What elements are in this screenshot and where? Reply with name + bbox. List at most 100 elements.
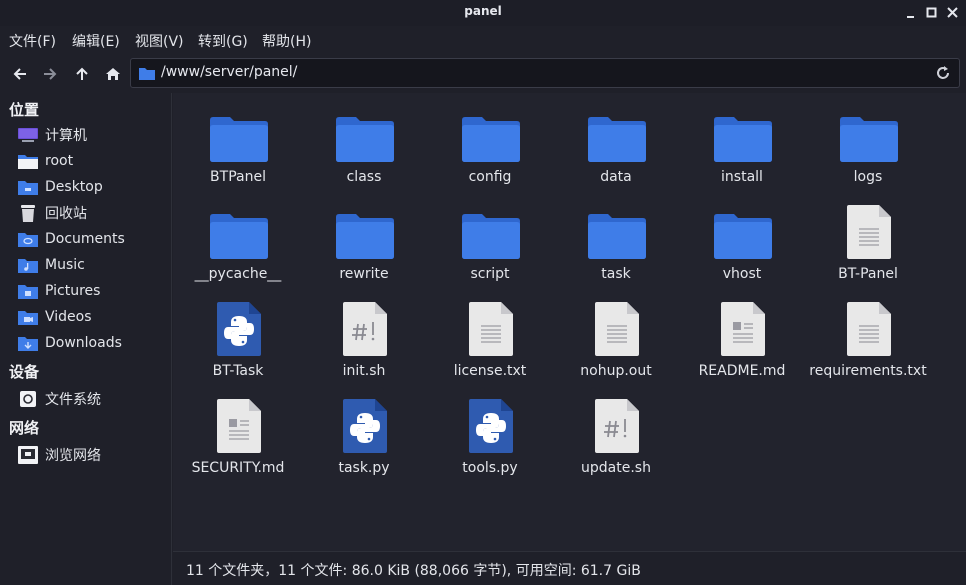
file-item[interactable]: BT-Panel	[805, 190, 931, 282]
sidebar-item-documents[interactable]: Documents	[17, 228, 167, 250]
window-title: panel	[464, 4, 502, 18]
sidebar-header-devices: 设备	[9, 363, 40, 381]
desktop-folder-icon	[17, 178, 39, 196]
forward-arrow-icon[interactable]	[39, 63, 61, 85]
file-item[interactable]: SECURITY.md	[175, 384, 301, 476]
home-icon[interactable]	[102, 63, 124, 85]
sidebar-item-downloads[interactable]: Downloads	[17, 332, 167, 354]
shell-script-icon	[336, 301, 394, 357]
folder-item[interactable]: install	[679, 93, 805, 185]
menu-bar: 文件(F) 编辑(E) 视图(V) 转到(G) 帮助(H)	[0, 28, 966, 52]
downloads-folder-icon	[17, 334, 39, 352]
menu-help[interactable]: 帮助(H)	[262, 31, 311, 51]
file-item[interactable]: nohup.out	[553, 287, 679, 379]
location-path[interactable]: /www/server/panel/	[161, 64, 297, 80]
text-file-icon	[840, 204, 898, 260]
item-name: license.txt	[453, 363, 527, 379]
file-item[interactable]: BT-Task	[175, 287, 301, 379]
menu-view[interactable]: 视图(V)	[135, 31, 184, 51]
file-item[interactable]: license.txt	[427, 287, 553, 379]
markdown-file-icon	[714, 301, 772, 357]
minimize-icon[interactable]	[903, 5, 919, 21]
item-name: class	[346, 169, 382, 185]
pictures-folder-icon	[17, 282, 39, 300]
item-name: BTPanel	[210, 169, 266, 185]
location-bar[interactable]: /www/server/panel/	[130, 58, 960, 88]
videos-folder-icon	[17, 308, 39, 326]
sidebar-item-label: Music	[45, 257, 85, 273]
item-name: logs	[853, 169, 883, 185]
folder-item[interactable]: vhost	[679, 190, 805, 282]
folder-icon	[588, 208, 646, 264]
item-name: SECURITY.md	[191, 460, 285, 476]
sidebar-item-label: Desktop	[45, 179, 103, 195]
text-file-icon	[462, 301, 520, 357]
drive-icon	[17, 390, 39, 408]
folder-item[interactable]: __pycache__	[175, 190, 301, 282]
item-name: rewrite	[339, 266, 389, 282]
sidebar-item-music[interactable]: Music	[17, 254, 167, 276]
sidebar-item-label: Videos	[45, 309, 92, 325]
sidebar-item-pictures[interactable]: Pictures	[17, 280, 167, 302]
title-bar: panel	[0, 0, 966, 26]
sidebar-item-filesystem[interactable]: 文件系统	[17, 388, 167, 410]
sidebar-item-label: 计算机	[45, 128, 87, 144]
file-item[interactable]: README.md	[679, 287, 805, 379]
file-item[interactable]: task.py	[301, 384, 427, 476]
folder-icon	[336, 111, 394, 167]
maximize-icon[interactable]	[924, 5, 940, 21]
item-name: update.sh	[581, 460, 651, 476]
sidebar-item-label: 文件系统	[45, 392, 101, 408]
item-name: vhost	[722, 266, 762, 282]
folder-icon	[139, 68, 155, 80]
sidebar-item-label: root	[45, 153, 74, 169]
folder-item[interactable]: task	[553, 190, 679, 282]
file-item[interactable]: update.sh	[553, 384, 679, 476]
shell-script-icon	[588, 398, 646, 454]
text-file-icon	[840, 301, 898, 357]
sidebar-item-computer[interactable]: 计算机	[17, 124, 167, 146]
close-icon[interactable]	[945, 5, 961, 21]
folder-item[interactable]: class	[301, 93, 427, 185]
folder-item[interactable]: data	[553, 93, 679, 185]
python-file-icon	[462, 398, 520, 454]
sidebar-item-root[interactable]: root	[17, 150, 167, 172]
file-item[interactable]: requirements.txt	[805, 287, 931, 379]
up-arrow-icon[interactable]	[71, 63, 93, 85]
sidebar-item-desktop[interactable]: Desktop	[17, 176, 167, 198]
computer-icon	[17, 126, 39, 144]
sidebar-item-trash[interactable]: 回收站	[17, 202, 167, 224]
python-file-icon	[210, 301, 268, 357]
menu-file[interactable]: 文件(F)	[9, 31, 56, 51]
folder-item[interactable]: BTPanel	[175, 93, 301, 185]
documents-folder-icon	[17, 230, 39, 248]
back-arrow-icon[interactable]	[9, 63, 31, 85]
text-file-icon	[588, 301, 646, 357]
sidebar-item-videos[interactable]: Videos	[17, 306, 167, 328]
sidebar-item-browse-network[interactable]: 浏览网络	[17, 444, 167, 466]
menu-edit[interactable]: 编辑(E)	[72, 31, 120, 51]
item-name: install	[721, 169, 763, 185]
file-item[interactable]: init.sh	[301, 287, 427, 379]
folder-icon	[714, 111, 772, 167]
status-bar: 11 个文件夹，11 个文件: 86.0 KiB (88,066 字节), 可用…	[173, 551, 966, 585]
item-name: __pycache__	[194, 266, 282, 282]
folder-item[interactable]: logs	[805, 93, 931, 185]
reload-icon[interactable]	[935, 65, 951, 81]
folder-item[interactable]: config	[427, 93, 553, 185]
sidebar: 位置 计算机 root Desktop 回收站 Documents Music	[0, 93, 172, 585]
item-name: BT-Task	[212, 363, 264, 379]
item-name: data	[600, 169, 632, 185]
folder-item[interactable]: rewrite	[301, 190, 427, 282]
folder-item[interactable]: script	[427, 190, 553, 282]
sidebar-item-label: Downloads	[45, 335, 122, 351]
sidebar-header-network: 网络	[9, 419, 40, 437]
folder-icon	[588, 111, 646, 167]
item-name: BT-Panel	[838, 266, 898, 282]
item-name: README.md	[698, 363, 786, 379]
toolbar: /www/server/panel/	[0, 57, 966, 91]
status-text: 11 个文件夹，11 个文件: 86.0 KiB (88,066 字节), 可用…	[186, 563, 641, 579]
file-item[interactable]: tools.py	[427, 384, 553, 476]
menu-go[interactable]: 转到(G)	[198, 31, 248, 51]
folder-icon	[462, 208, 520, 264]
